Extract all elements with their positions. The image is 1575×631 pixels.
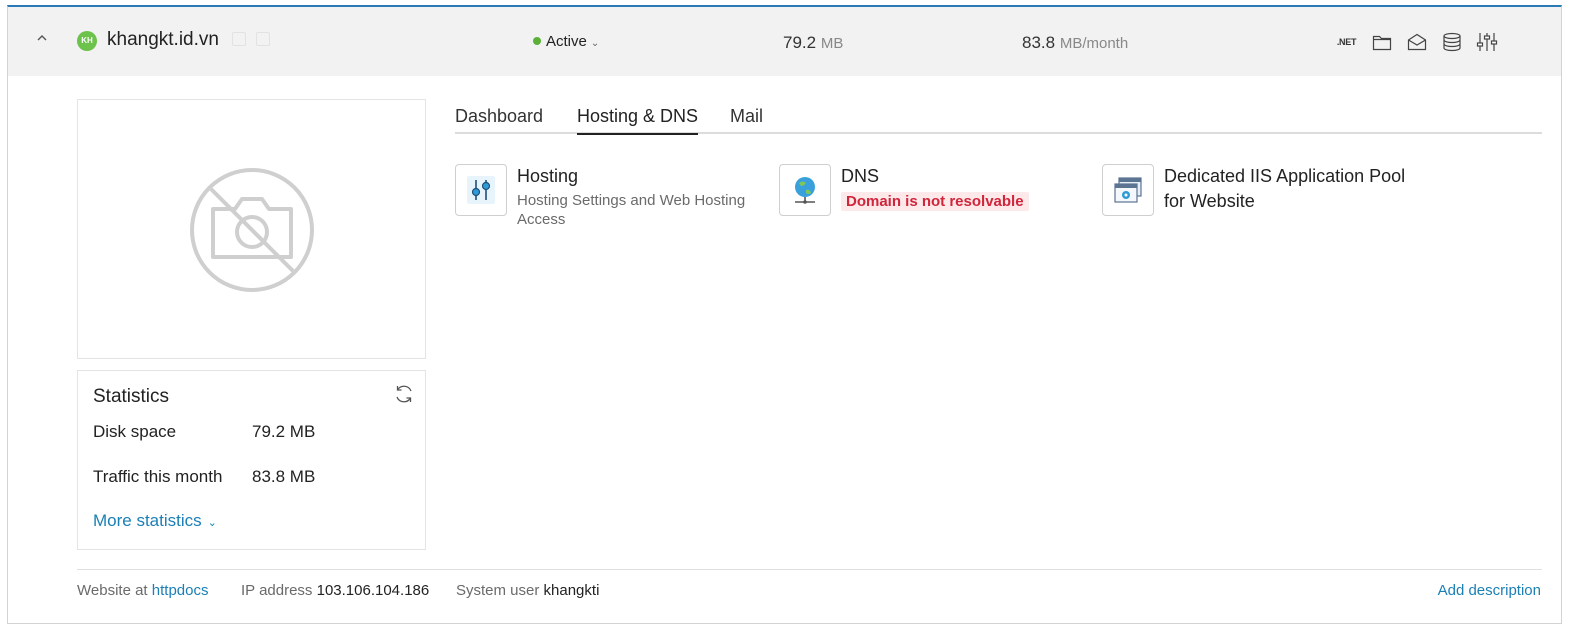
refresh-icon[interactable]	[393, 383, 415, 405]
stat-value-disk: 79.2 MB	[252, 422, 316, 441]
mail-icon[interactable]	[1399, 31, 1434, 53]
dotnet-icon[interactable]: .NET	[1329, 31, 1364, 53]
tool-desc-hosting: Hosting Settings and Web Hosting Access	[517, 192, 746, 228]
site-name[interactable]: khangkt.id.vn	[107, 29, 219, 51]
tab-hosting-dns[interactable]: Hosting & DNS	[577, 106, 699, 135]
quick-actions: .NET	[1329, 31, 1504, 53]
disk-usage-unit: MB	[820, 35, 844, 52]
website-docroot-link[interactable]: httpdocs	[152, 582, 209, 599]
tab-dashboard[interactable]: Dashboard	[455, 106, 543, 133]
globe-network-icon[interactable]	[779, 164, 831, 216]
tool-app-pool: Dedicated IIS Application Pool for Websi…	[1102, 164, 1424, 216]
tab-bar: Dashboard Hosting & DNS Mail	[455, 104, 1542, 135]
status-dot-icon	[533, 37, 541, 45]
footer-ip: IP address 103.106.104.186	[241, 582, 429, 599]
traffic-usage-value: 83.8	[1022, 33, 1056, 52]
site-preview	[77, 99, 426, 359]
footer-user: System user khangkti	[456, 582, 599, 599]
stat-label-disk: Disk space	[93, 422, 177, 441]
footer-divider	[77, 569, 1542, 570]
tab-mail[interactable]: Mail	[730, 106, 763, 133]
status-dropdown[interactable]: Active ⌄	[533, 33, 599, 50]
stat-label-traffic: Traffic this month	[93, 467, 223, 486]
statistics-panel: Statistics Disk space 79.2 MB Traffic th…	[77, 370, 426, 550]
chevron-down-icon: ⌄	[207, 517, 217, 529]
dns-warning-badge: Domain is not resolvable	[841, 192, 1029, 211]
settings-sliders-icon[interactable]	[1469, 31, 1504, 53]
copy-icon[interactable]	[232, 32, 246, 46]
ip-label: IP address	[241, 582, 313, 599]
collapse-chevron-icon[interactable]	[34, 31, 50, 47]
chevron-down-icon: ⌄	[590, 38, 600, 49]
website-label: Website at	[77, 582, 148, 599]
tool-title-hosting[interactable]: Hosting	[517, 164, 767, 189]
traffic-usage-unit: MB/month	[1059, 35, 1129, 52]
disk-usage: 79.2 MB	[783, 33, 843, 53]
stat-value-traffic: 83.8 MB	[252, 467, 316, 486]
site-avatar: KH	[77, 31, 97, 51]
sliders-icon[interactable]	[455, 164, 507, 216]
tool-title-app-pool[interactable]: Dedicated IIS Application Pool for Websi…	[1164, 164, 1424, 214]
tool-dns: DNS Domain is not resolvable	[779, 164, 1029, 216]
footer-add-description: Add description	[1438, 582, 1541, 599]
system-user-value: khangkti	[543, 582, 600, 599]
app-pool-icon[interactable]	[1102, 164, 1154, 216]
ip-value: 103.106.104.186	[316, 582, 430, 599]
database-icon[interactable]	[1434, 31, 1469, 53]
subscription-card: KH khangkt.id.vn Active ⌄ 79.2 MB 83.8 MB…	[7, 5, 1562, 624]
more-statistics-label: More statistics	[93, 511, 202, 530]
statistics-title: Statistics	[93, 386, 170, 407]
folder-icon[interactable]	[1364, 31, 1399, 53]
tool-title-dns[interactable]: DNS	[841, 164, 1029, 189]
disk-usage-value: 79.2	[783, 33, 817, 52]
system-user-label: System user	[456, 582, 540, 599]
add-description-link[interactable]: Add description	[1438, 582, 1541, 599]
site-header: KH khangkt.id.vn Active ⌄ 79.2 MB 83.8 MB…	[8, 7, 1561, 76]
open-in-new-icon[interactable]	[256, 32, 270, 46]
more-statistics-link[interactable]: More statistics ⌄	[93, 511, 217, 531]
footer-website: Website at httpdocs	[77, 582, 208, 599]
traffic-usage: 83.8 MB/month	[1022, 33, 1128, 53]
tool-hosting: Hosting Hosting Settings and Web Hosting…	[455, 164, 767, 229]
no-preview-camera-icon	[190, 168, 314, 292]
status-label: Active	[546, 33, 587, 50]
